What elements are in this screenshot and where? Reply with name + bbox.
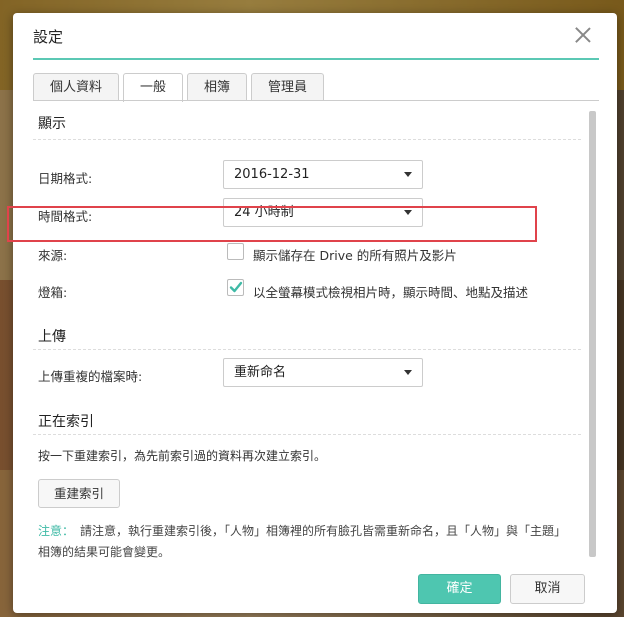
cancel-button[interactable]: 取消 (510, 574, 585, 604)
section-title-display: 顯示 (38, 116, 66, 132)
dialog-title: 設定 (33, 28, 64, 46)
date-format-value: 2016-12-31 (234, 167, 310, 182)
source-checkbox-label: 顯示儲存在 Drive 的所有照片及影片 (253, 248, 457, 263)
section-title-upload: 上傳 (38, 329, 66, 345)
lightbox-label: 燈箱: (38, 285, 68, 300)
checkmark-icon (229, 281, 243, 293)
section-divider (33, 434, 581, 435)
lightbox-checkbox-label: 以全螢幕模式檢視相片時，顯示時間、地點及描述 (253, 285, 529, 300)
indexing-description: 按一下重建索引，為先前索引過的資料再次建立索引。 (38, 449, 327, 463)
lightbox-checkbox[interactable] (227, 279, 244, 296)
ok-button[interactable]: 確定 (418, 574, 501, 604)
close-icon[interactable] (573, 25, 593, 45)
chevron-down-icon (404, 370, 412, 375)
rebuild-index-button[interactable]: 重建索引 (38, 479, 120, 508)
tab-profile[interactable]: 個人資料 (33, 73, 120, 101)
source-highlight-box (7, 206, 537, 242)
note-label: 注意： (38, 524, 75, 538)
source-label: 來源: (38, 248, 68, 263)
dialog-header: 設定 (13, 13, 617, 59)
duplicate-upload-value: 重新命名 (234, 365, 287, 380)
settings-dialog: 設定 個人資料 一般 相簿 管理員 顯示 日期格式: 2016-12-31 時間… (13, 13, 617, 613)
scrollbar[interactable] (589, 111, 596, 557)
section-divider (33, 349, 581, 350)
header-divider (33, 58, 599, 60)
tab-bar: 個人資料 一般 相簿 管理員 (33, 73, 328, 102)
date-format-select[interactable]: 2016-12-31 (223, 160, 423, 189)
section-divider (33, 139, 581, 140)
duplicate-upload-label: 上傳重複的檔案時: (38, 369, 143, 384)
tab-albums[interactable]: 相簿 (187, 73, 248, 101)
duplicate-upload-select[interactable]: 重新命名 (223, 358, 423, 387)
source-checkbox[interactable] (227, 243, 244, 260)
chevron-down-icon (404, 172, 412, 177)
note-text: 請注意，執行重建索引後，「人物」相簿裡的所有臉孔皆需重新命名，且「人物」與「主題… (38, 524, 567, 559)
date-format-label: 日期格式: (38, 171, 93, 186)
section-title-indexing: 正在索引 (38, 414, 94, 430)
indexing-note: 注意： 請注意，執行重建索引後，「人物」相簿裡的所有臉孔皆需重新命名，且「人物」與… (38, 521, 578, 559)
tab-general[interactable]: 一般 (123, 73, 184, 102)
settings-content: 顯示 日期格式: 2016-12-31 時間格式: 24 小時制 來源: 顯示儲… (33, 101, 599, 559)
tab-admin[interactable]: 管理員 (251, 73, 325, 101)
